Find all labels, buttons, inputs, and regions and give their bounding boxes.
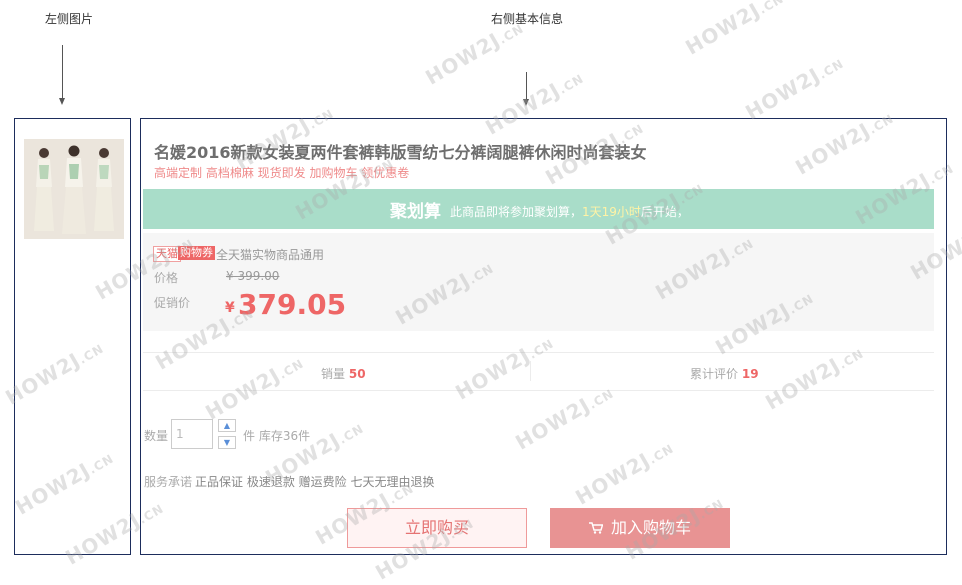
arrow-up-icon[interactable]: ▲: [218, 419, 236, 432]
promo-price-label: 促销价: [154, 296, 191, 310]
sales-value: 50: [348, 367, 366, 381]
product-title: 名媛2016新款女装夏两件套裤韩版雪纺七分裤阔腿裤休闲时尚套装女: [154, 143, 647, 162]
buy-now-label: 立即购买: [404, 518, 469, 537]
tmall-tag: 天猫: [153, 246, 181, 262]
watermark-text: HOW2J: [681, 0, 765, 60]
annotation-left-arrowhead: [59, 98, 65, 105]
coupon-tag: 购物券: [178, 246, 215, 260]
service-promise-label: 服务承诺: [144, 475, 193, 489]
original-price: ¥ 399.00: [226, 269, 280, 283]
service-promise-items: 正品保证 极速退款 赠运费险 七天无理由退换: [195, 475, 435, 489]
coupon-description: 全天猫实物商品通用: [216, 248, 325, 262]
watermark: HOW2J.CN: [741, 49, 847, 124]
reviews-value: 19: [741, 367, 759, 381]
price-label: 价格: [154, 271, 179, 285]
watermark-text: HOW2J: [741, 62, 825, 125]
sales-count: 销量 50: [321, 365, 366, 382]
shopping-cart-icon: [588, 510, 604, 548]
quantity-label: 数量: [144, 429, 169, 443]
stats-divider-bottom: [143, 390, 934, 391]
review-count[interactable]: 累计评价 19: [690, 365, 759, 382]
product-thumbnail[interactable]: [24, 139, 124, 239]
annotation-right: 右侧基本信息: [491, 12, 564, 26]
juhuasuan-countdown: 1天19小时: [582, 205, 641, 219]
juhuasuan-notice-prefix: 此商品即将参加聚划算，: [450, 205, 583, 219]
reviews-label: 累计评价: [690, 367, 739, 381]
stock-info: 件 库存36件: [243, 429, 311, 443]
annotation-left: 左侧图片: [45, 12, 94, 26]
juhuasuan-notice: 此商品即将参加聚划算，1天19小时后开始，: [450, 203, 689, 220]
product-subtitle: 高端定制 高档棉麻 现货即发 加购物车 领优惠卷: [154, 166, 410, 180]
annotation-left-arrow: [62, 45, 63, 98]
watermark-suffix: .CN: [556, 71, 587, 97]
buy-now-button[interactable]: 立即购买: [347, 508, 527, 548]
add-to-cart-label: 加入购物车: [610, 518, 691, 537]
product-photo: [24, 139, 124, 239]
watermark-suffix: .CN: [756, 0, 787, 17]
quantity-input[interactable]: [171, 419, 213, 449]
stats-divider-vertical: [530, 361, 531, 381]
watermark-suffix: .CN: [816, 56, 847, 82]
stats-divider-top: [143, 352, 934, 353]
watermark-text: HOW2J: [421, 27, 505, 90]
arrow-down-icon[interactable]: ▼: [218, 436, 236, 449]
sales-label: 销量: [321, 367, 346, 381]
juhuasuan-notice-suffix: 后开始，: [640, 205, 689, 219]
currency-symbol: ¥: [225, 300, 235, 316]
juhuasuan-logo: 聚划算: [390, 202, 441, 222]
annotation-right-arrowhead: [523, 99, 529, 106]
annotation-right-arrow: [526, 72, 527, 99]
watermark: HOW2J.CN: [681, 0, 787, 60]
add-to-cart-button[interactable]: 加入购物车: [550, 508, 730, 548]
promo-price: 379.05: [238, 288, 347, 321]
